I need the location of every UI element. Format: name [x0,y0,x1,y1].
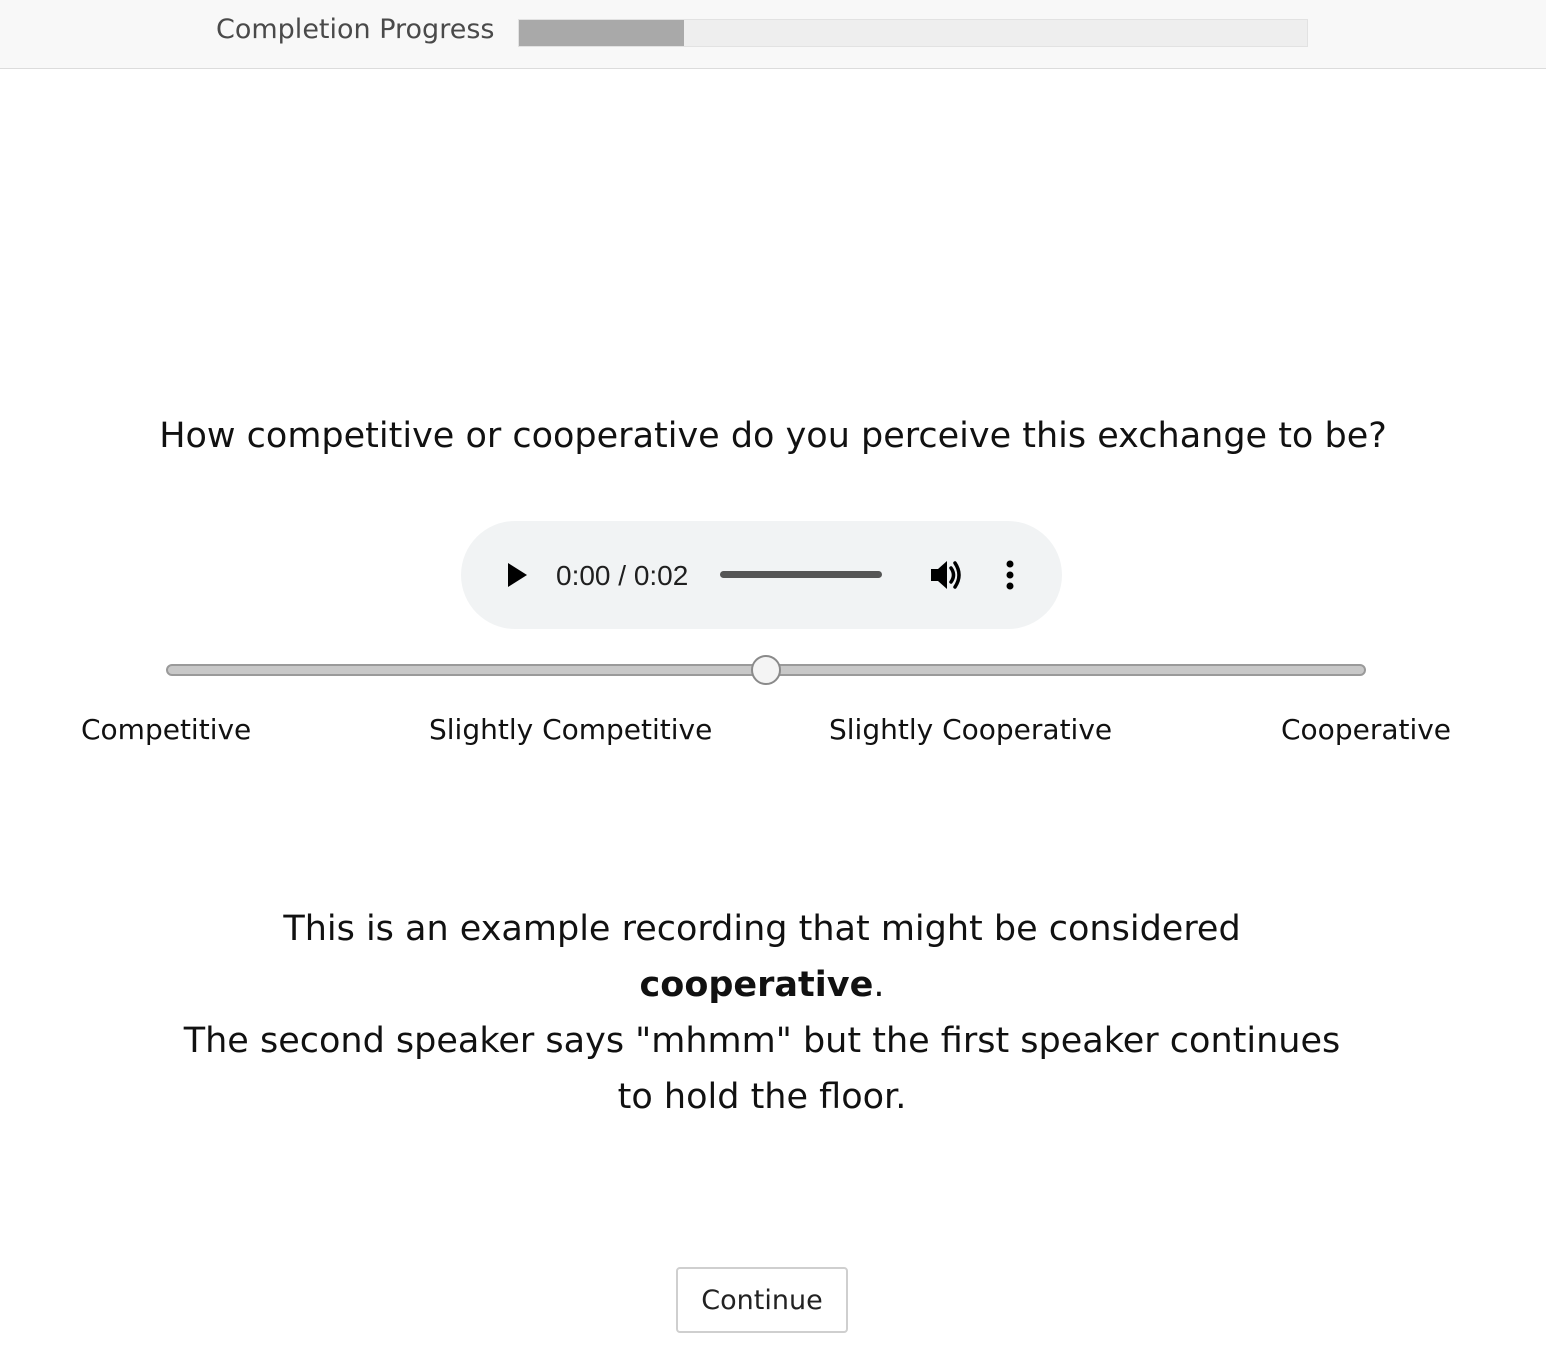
continue-button[interactable]: Continue [676,1267,848,1333]
scale-label-competitive: Competitive [81,713,252,746]
volume-button[interactable] [928,556,964,594]
scale-label-cooperative: Cooperative [1281,713,1452,746]
explanation-part2: . [873,965,885,1005]
completion-progress-bar [518,19,1308,47]
rating-slider-thumb[interactable] [751,655,781,685]
scale-label-slightly-cooperative: Slightly Cooperative [829,713,1113,746]
explanation-text: This is an example recording that might … [173,901,1351,1125]
play-button[interactable] [500,555,534,595]
top-bar: Completion Progress [0,0,1546,69]
audio-options-button[interactable] [998,556,1022,594]
audio-time-display: 0:00 / 0:02 [556,560,689,591]
more-vertical-icon [1006,560,1014,590]
explanation-part1: This is an example recording that might … [283,909,1241,949]
volume-icon [931,561,961,589]
scale-label-slightly-competitive: Slightly Competitive [429,713,713,746]
progress-fill [519,20,685,46]
progress-label: Completion Progress [216,14,495,45]
audio-seek-bar[interactable] [720,571,882,578]
explanation-line2: The second speaker says "mhmm" but the f… [183,1021,1341,1117]
question-text: How competitive or cooperative do you pe… [159,416,1387,456]
explanation-emphasis: cooperative [639,965,874,1005]
play-icon [507,563,527,587]
